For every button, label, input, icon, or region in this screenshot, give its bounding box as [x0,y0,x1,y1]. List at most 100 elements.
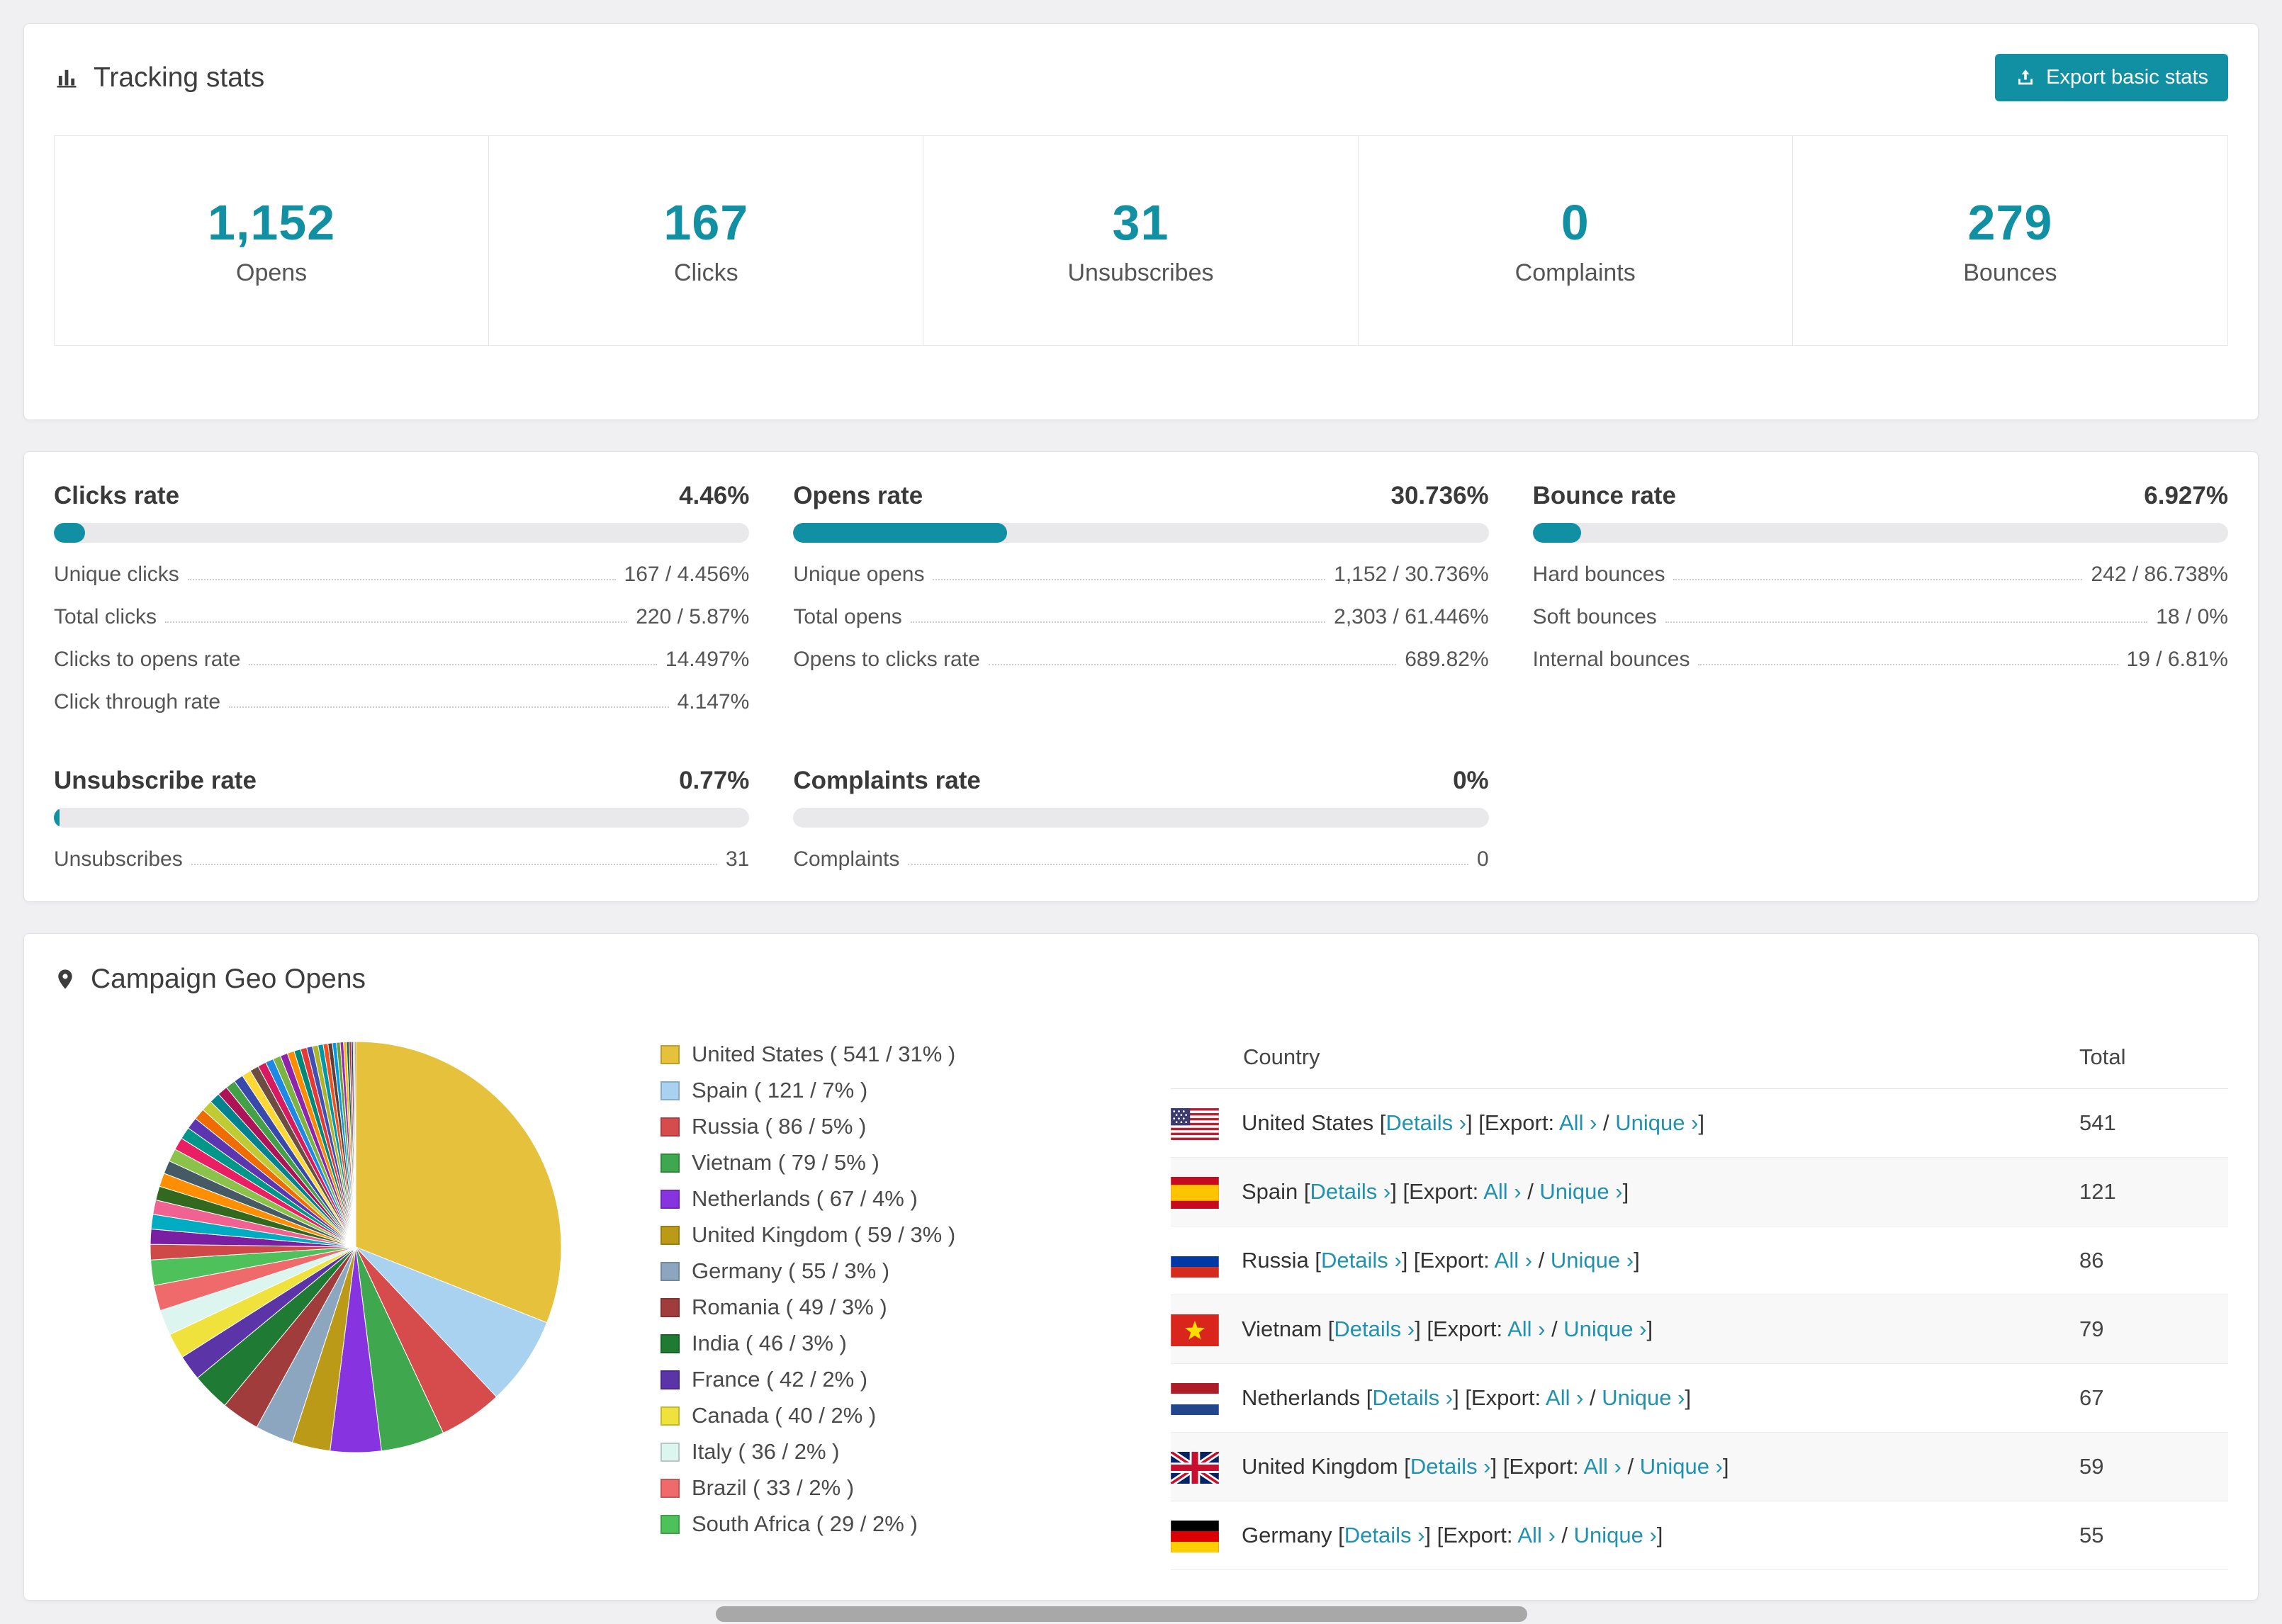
stat-box: 31 Unsubscribes [923,136,1359,345]
rate-percent: 4.46% [679,482,750,509]
stat-row: Opens to clicks rate 689.82% [793,648,1488,672]
dotted-leader [191,864,717,865]
export-unique-link[interactable]: Unique › [1539,1179,1622,1204]
stat-row-value: 689.82% [1405,648,1489,671]
dotted-leader [1698,664,2118,665]
country-cell: Vietnam [Details ›] [Export: All › / Uni… [1171,1295,2079,1363]
geo-table-body: United States [Details ›] [Export: All ›… [1171,1089,2228,1570]
details-link[interactable]: Details › [1410,1454,1491,1479]
export-unique-link[interactable]: Unique › [1640,1454,1723,1479]
dotted-leader [988,664,1397,665]
dotted-leader [1673,579,2083,580]
details-link[interactable]: Details › [1334,1316,1415,1341]
stat-row-label: Hard bounces [1532,563,1665,586]
export-unique-link[interactable]: Unique › [1615,1110,1698,1135]
legend-color-swatch [661,1117,680,1137]
export-all-link[interactable]: All › [1517,1523,1555,1547]
rate-title: Bounce rate [1532,482,1676,509]
stat-row: Total clicks 220 / 5.87% [54,605,749,629]
country-total: 59 [2079,1454,2104,1479]
export-unique-link[interactable]: Unique › [1551,1248,1634,1273]
export-all-link[interactable]: All › [1495,1248,1532,1273]
legend-item: Canada ( 40 / 2% ) [661,1403,994,1428]
legend-color-swatch [661,1189,680,1209]
geo-title: Campaign Geo Opens [91,964,366,994]
bracket-close-text: ] [1656,1523,1663,1547]
rate-percent: 6.927% [2144,482,2228,509]
rate-percent: 0% [1453,767,1489,794]
progress-fill [793,523,1007,543]
export-all-link[interactable]: All › [1559,1110,1597,1135]
stat-row-value: 167 / 4.456% [624,563,750,586]
country-total: 121 [2079,1179,2116,1204]
export-all-link[interactable]: All › [1483,1179,1521,1204]
stat-row-value: 2,303 / 61.446% [1334,605,1489,628]
legend-label: United States ( 541 / 31% ) [692,1042,956,1066]
country-cell: Spain [Details ›] [Export: All › / Uniqu… [1171,1158,2079,1226]
country-cell: United States [Details ›] [Export: All ›… [1171,1089,2079,1157]
bracket-text: [ [1398,1454,1410,1479]
export-all-link[interactable]: All › [1583,1454,1621,1479]
export-all-link[interactable]: All › [1546,1385,1583,1410]
stat-row-value: 14.497% [665,648,750,671]
export-prefix-text: ] [Export: [1415,1316,1508,1341]
geo-title-row: Campaign Geo Opens [54,964,2228,995]
stat-row-label: Click through rate [54,690,221,714]
stat-label: Unsubscribes [1067,259,1214,286]
bracket-text: [ [1332,1523,1344,1547]
legend-item: Netherlands ( 67 / 4% ) [661,1186,994,1212]
slash-text: / [1555,1523,1574,1547]
progress-bar [54,523,750,543]
stat-label: Opens [236,259,308,286]
rate-rows: Unique opens 1,152 / 30.736% Total opens… [793,563,1488,672]
flag-de-icon [1171,1521,1219,1553]
legend-item: United States ( 541 / 31% ) [661,1042,994,1067]
bracket-close-text: ] [1698,1110,1705,1135]
details-link[interactable]: Details › [1344,1523,1425,1547]
export-prefix-text: ] [Export: [1390,1179,1484,1204]
legend-item: Germany ( 55 / 3% ) [661,1258,994,1284]
slash-text: / [1532,1248,1551,1273]
bar-chart-icon [54,65,79,91]
horizontal-scrollbar-thumb[interactable] [716,1606,1527,1622]
export-unique-link[interactable]: Unique › [1563,1316,1646,1341]
export-prefix-text: ] [Export: [1401,1248,1495,1273]
details-link[interactable]: Details › [1372,1385,1453,1410]
progress-fill [1532,523,1581,543]
country-name: United States [1242,1110,1374,1135]
country-name: Germany [1242,1523,1332,1547]
details-link[interactable]: Details › [1321,1248,1402,1273]
export-unique-link[interactable]: Unique › [1602,1385,1685,1410]
country-total: 55 [2079,1523,2104,1547]
stats-row: 1,152 Opens 167 Clicks 31 Unsubscribes 0… [54,135,2228,346]
export-all-link[interactable]: All › [1507,1316,1545,1341]
slash-text: / [1621,1454,1640,1479]
stat-box: 0 Complaints [1358,136,1793,345]
export-basic-stats-button[interactable]: Export basic stats [1995,54,2228,101]
stat-row-value: 220 / 5.87% [636,605,750,628]
details-link[interactable]: Details › [1310,1179,1391,1204]
stat-row-label: Unique opens [793,563,925,586]
dotted-leader [187,579,616,580]
country-total: 541 [2079,1110,2116,1135]
legend-label: South Africa ( 29 / 2% ) [692,1511,918,1536]
tracking-stats-card: Tracking stats Export basic stats 1,152 … [23,23,2259,420]
stat-value: 167 [663,195,749,250]
rate-head: Unsubscribe rate 0.77% [54,767,749,795]
country-cell: Netherlands [Details ›] [Export: All › /… [1171,1364,2079,1432]
country-column-header: Country [1243,1044,1320,1069]
legend-color-swatch [661,1514,680,1534]
rates-grid: Clicks rate 4.46% Unique clicks 167 / 4.… [54,482,2228,872]
details-link[interactable]: Details › [1386,1110,1466,1135]
table-row: Spain [Details ›] [Export: All › / Uniqu… [1171,1158,2228,1227]
rate-title: Complaints rate [793,767,981,794]
export-unique-link[interactable]: Unique › [1574,1523,1657,1547]
stat-row: Unique opens 1,152 / 30.736% [793,563,1488,587]
legend-color-swatch [661,1297,680,1317]
location-pin-icon [54,966,77,993]
stat-row: Soft bounces 18 / 0% [1533,605,2228,629]
progress-fill [54,523,85,543]
legend-item: United Kingdom ( 59 / 3% ) [661,1222,994,1248]
table-row: United States [Details ›] [Export: All ›… [1171,1089,2228,1158]
legend-label: United Kingdom ( 59 / 3% ) [692,1222,956,1247]
